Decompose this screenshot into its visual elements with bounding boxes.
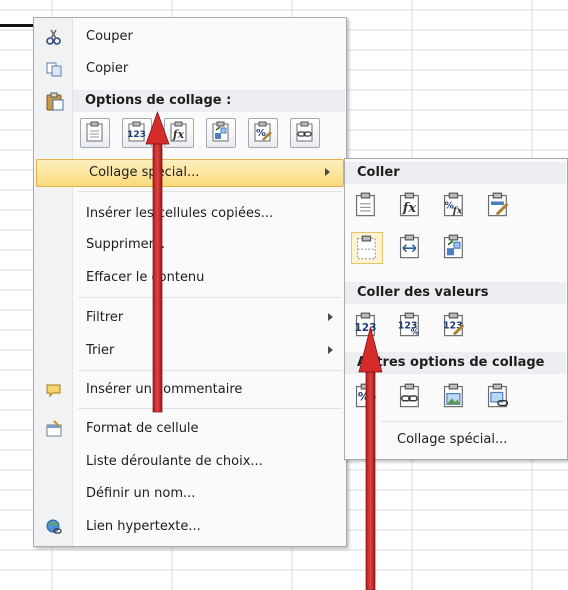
svg-text:%: % xyxy=(411,326,420,336)
copy-item[interactable]: Copier xyxy=(34,56,346,82)
paste-special-submenu: Coller fx % fx Coller des valeurs 123 12… xyxy=(344,158,568,460)
paste-options-label: Options de collage : xyxy=(85,93,232,108)
paste-special-label: Collage spécial... xyxy=(89,165,200,180)
sub-paste-special-item[interactable]: Collage spécial... xyxy=(345,427,567,453)
separator xyxy=(78,408,342,409)
paste-transpose-button[interactable] xyxy=(206,118,236,148)
sub-paste-linked-picture-button[interactable] xyxy=(483,381,513,411)
paste-header-label: Coller xyxy=(357,165,400,180)
paste-icon xyxy=(86,121,103,142)
sort-label: Trier xyxy=(86,343,115,358)
sub-paste-values-source-format-button[interactable]: 123 xyxy=(439,310,469,340)
copy-label: Copier xyxy=(86,61,129,76)
sub-paste-column-widths-button[interactable] xyxy=(395,232,425,262)
format-cells-label: Format de cellule xyxy=(86,421,199,436)
clipboard-icon xyxy=(46,92,64,111)
paste-link-button[interactable] xyxy=(290,118,320,148)
insert-comment-item[interactable]: Insérer un commentaire xyxy=(34,377,346,403)
hyperlink-icon xyxy=(46,519,62,534)
sub-paste-formulas-format-button[interactable]: % fx xyxy=(439,190,469,220)
separator xyxy=(78,191,342,192)
paste-values-header: Coller des valeurs xyxy=(345,282,566,304)
paste-formatting-icon: % xyxy=(355,383,377,408)
hyperlink-item[interactable]: Lien hypertexte... xyxy=(34,514,346,540)
sub-paste-formulas-button[interactable]: fx xyxy=(395,190,425,220)
other-paste-options-label: Autres options de collage xyxy=(357,355,545,370)
paste-no-borders-icon xyxy=(356,235,376,260)
paste-formatting-button[interactable]: % xyxy=(248,118,278,148)
format-cells-icon xyxy=(46,420,62,437)
paste-values-source-formatting-icon: 123 xyxy=(443,312,465,337)
clear-contents-label: Effacer le contenu xyxy=(86,270,205,285)
paste-formulas-icon: fx xyxy=(399,192,419,217)
filter-item[interactable]: Filtrer xyxy=(34,305,346,331)
paste-transpose-icon xyxy=(212,121,229,142)
sub-paste-transpose-button[interactable] xyxy=(439,232,469,262)
define-name-item[interactable]: Définir un nom... xyxy=(34,481,346,507)
scissors-icon xyxy=(46,29,61,45)
sub-paste-values-number-format-button[interactable]: 123 % xyxy=(395,310,425,340)
svg-text:fx: fx xyxy=(172,128,185,141)
filter-label: Filtrer xyxy=(86,310,124,325)
clear-contents-item[interactable]: Effacer le contenu xyxy=(34,265,346,291)
paste-values-header-label: Coller des valeurs xyxy=(357,285,489,300)
sub-paste-keep-source-button[interactable] xyxy=(483,190,513,220)
cell-cursor xyxy=(0,24,36,27)
insert-copied-cells-label: Insérer les cellules copiées... xyxy=(86,206,274,221)
paste-link-icon xyxy=(296,121,313,142)
paste-values-icon: 123 xyxy=(354,312,377,337)
format-cells-item[interactable]: Format de cellule xyxy=(34,416,346,442)
sub-paste-formatting-button[interactable]: % xyxy=(351,381,381,411)
paste-transpose-icon xyxy=(443,234,463,259)
separator xyxy=(78,370,342,371)
paste-formulas-icon: fx xyxy=(170,121,187,142)
paste-special-item[interactable]: Collage spécial... xyxy=(36,159,344,187)
delete-label: Supprimer... xyxy=(86,237,166,252)
context-menu: Couper Copier Options de collage : 123 f… xyxy=(33,17,347,547)
copy-icon xyxy=(46,62,62,77)
paste-keep-source-formatting-icon xyxy=(487,192,509,217)
delete-item[interactable]: Supprimer... xyxy=(34,232,346,258)
paste-formulas-number-format-icon: % fx xyxy=(443,192,463,216)
paste-values-icon: 123 xyxy=(127,121,146,142)
svg-text:123: 123 xyxy=(354,321,376,334)
paste-button[interactable] xyxy=(80,118,110,148)
other-paste-options-header: Autres options de collage xyxy=(345,352,566,374)
svg-text:123: 123 xyxy=(127,130,146,140)
paste-values-button[interactable]: 123 xyxy=(122,118,152,148)
cut-item[interactable]: Couper xyxy=(34,24,346,50)
paste-options-header: Options de collage : xyxy=(73,90,345,112)
define-name-label: Définir un nom... xyxy=(86,486,196,501)
sub-paste-link-button[interactable] xyxy=(395,381,425,411)
submenu-arrow-icon xyxy=(328,346,333,354)
sub-paste-button[interactable] xyxy=(351,190,381,220)
paste-link-icon xyxy=(399,383,419,408)
pick-from-list-label: Liste déroulante de choix... xyxy=(86,454,263,469)
paste-header: Coller xyxy=(345,162,566,184)
separator xyxy=(78,297,342,298)
cut-label: Couper xyxy=(86,29,133,44)
hyperlink-label: Lien hypertexte... xyxy=(86,519,201,534)
paste-linked-picture-icon xyxy=(487,383,509,408)
separator xyxy=(381,421,563,422)
sub-paste-picture-button[interactable] xyxy=(439,381,469,411)
svg-text:fx: fx xyxy=(452,205,463,216)
sub-paste-special-label: Collage spécial... xyxy=(397,432,508,447)
insert-copied-cells-item[interactable]: Insérer les cellules copiées... xyxy=(34,201,346,227)
sub-paste-no-borders-button[interactable] xyxy=(351,232,383,264)
paste-column-widths-icon xyxy=(399,234,419,259)
comment-icon xyxy=(46,384,61,398)
svg-text:fx: fx xyxy=(402,201,417,216)
submenu-arrow-icon xyxy=(325,168,330,176)
sub-paste-values-button[interactable]: 123 xyxy=(351,310,381,340)
paste-picture-icon xyxy=(443,383,463,408)
insert-comment-label: Insérer un commentaire xyxy=(86,382,243,397)
submenu-arrow-icon xyxy=(328,313,333,321)
paste-formatting-icon: % xyxy=(254,121,272,142)
paste-values-number-format-icon: 123 % xyxy=(398,312,420,336)
paste-formulas-button[interactable]: fx xyxy=(164,118,194,148)
pick-from-list-item[interactable]: Liste déroulante de choix... xyxy=(34,449,346,475)
paste-icon xyxy=(355,192,375,217)
sort-item[interactable]: Trier xyxy=(34,338,346,364)
